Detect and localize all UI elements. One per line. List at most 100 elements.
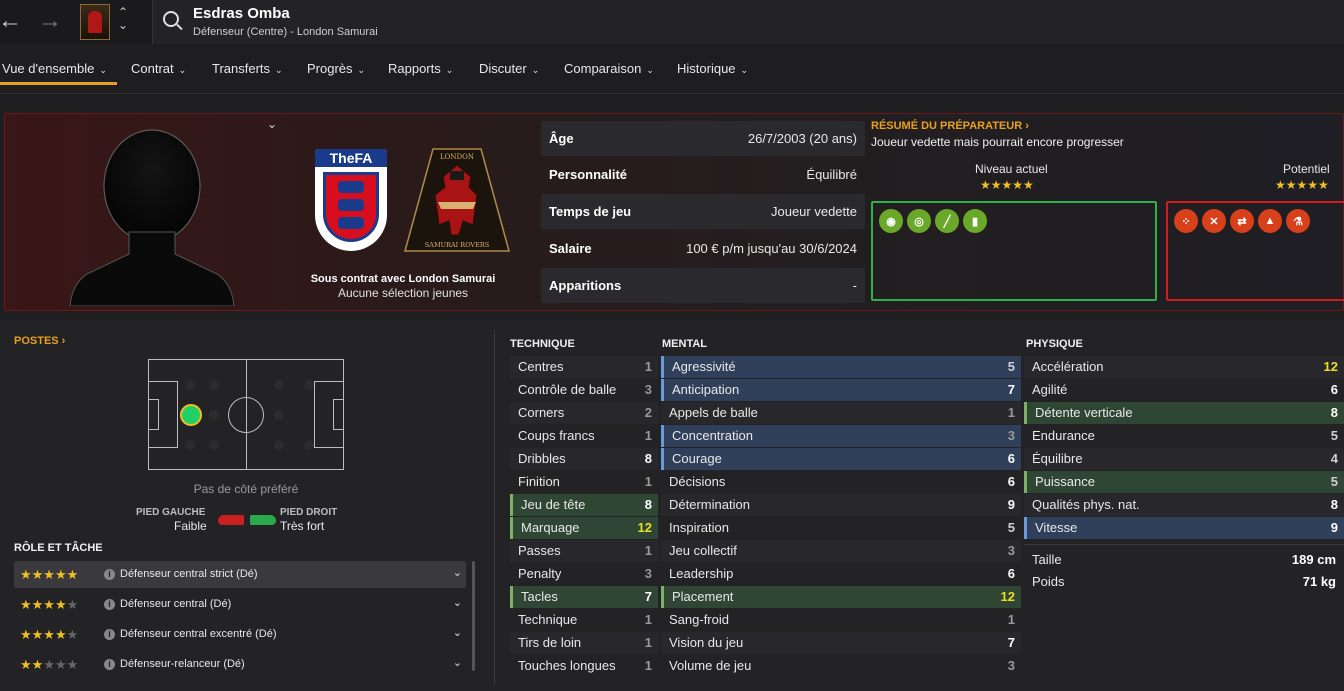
attribute-row[interactable]: Qualités phys. nat. 8	[1024, 494, 1344, 516]
tab-discuss[interactable]: Discuter ⌄	[479, 61, 539, 76]
attribute-row[interactable]: Placement 12	[661, 586, 1021, 608]
attribute-row[interactable]: Appels de balle 1	[661, 402, 1021, 424]
tab-reports[interactable]: Rapports ⌄	[388, 61, 453, 76]
attribute-value: 3	[1007, 658, 1015, 673]
attribute-row[interactable]: Sang-froid 1	[661, 609, 1021, 631]
right-foot-value: Très fort	[280, 519, 325, 533]
cone-icon[interactable]: ▲	[1258, 209, 1282, 233]
chevron-down-icon[interactable]: ⌄	[453, 566, 462, 579]
attribute-row[interactable]: Vision du jeu 7	[661, 632, 1021, 654]
attribute-row[interactable]: Finition 1	[510, 471, 658, 493]
role-row[interactable]: ★★★★★ i Défenseur central strict (Dé) ⌄	[14, 561, 466, 588]
attribute-row[interactable]: Technique 1	[510, 609, 658, 631]
club-badge[interactable]: LONDON SAMURAI ROVERS	[403, 147, 511, 253]
attribute-row[interactable]: Touches longues 1	[510, 655, 658, 677]
technique-title: TECHNIQUE	[510, 338, 575, 350]
attribute-row[interactable]: Volume de jeu 3	[661, 655, 1021, 677]
info-icon[interactable]: i	[104, 569, 115, 580]
svg-text:LONDON: LONDON	[440, 153, 474, 161]
attribute-name: Agilité	[1032, 382, 1068, 397]
chevron-down-icon[interactable]: ⌄	[453, 626, 462, 639]
chevron-down-icon: ⌄	[275, 65, 283, 75]
coach-summary-link[interactable]: RÉSUMÉ DU PRÉPARATEUR ›	[871, 120, 1029, 132]
role-row[interactable]: ★★★★★ i Défenseur central excentré (Dé) …	[14, 621, 466, 648]
attribute-row[interactable]: Courage 6	[661, 448, 1021, 470]
roles-scrollbar[interactable]	[472, 561, 475, 671]
attribute-row[interactable]: Contrôle de balle 3	[510, 379, 658, 401]
attribute-row[interactable]: Marquage 12	[510, 517, 658, 539]
attribute-value: 7	[644, 589, 652, 604]
info-row-appearances: Apparitions -	[541, 268, 865, 303]
player-search-box[interactable]: Esdras Omba Défenseur (Centre) - London …	[152, 0, 1344, 44]
tab-bar: Vue d'ensemble ⌄ Contrat ⌄ Transferts ⌄ Pro…	[0, 44, 1344, 94]
info-icon[interactable]: i	[104, 659, 115, 670]
tab-comparison[interactable]: Comparaison ⌄	[564, 61, 654, 76]
club-crest-icon[interactable]	[80, 4, 110, 40]
flask-icon[interactable]: ⚗	[1286, 209, 1310, 233]
tab-transfers[interactable]: Transferts ⌄	[212, 61, 283, 76]
attribute-row[interactable]: Corners 2	[510, 402, 658, 424]
attribute-row[interactable]: Penalty 3	[510, 563, 658, 585]
figure-icon[interactable]: ▮	[963, 209, 987, 233]
tab-progress[interactable]: Progrès ⌄	[307, 61, 365, 76]
attribute-row[interactable]: Jeu de tête 8	[510, 494, 658, 516]
brain-icon[interactable]: ◉	[879, 209, 903, 233]
position-marker[interactable]	[180, 404, 202, 426]
tool-icon[interactable]: ✕	[1202, 209, 1226, 233]
tab-contract[interactable]: Contrat ⌄	[131, 61, 186, 76]
info-icon[interactable]: i	[104, 599, 115, 610]
attribute-row[interactable]: Jeu collectif 3	[661, 540, 1021, 562]
attribute-value: 1	[644, 474, 652, 489]
attribute-row[interactable]: Agressivité 5	[661, 356, 1021, 378]
attribute-row[interactable]: Décisions 6	[661, 471, 1021, 493]
attribute-row[interactable]: Passes 1	[510, 540, 658, 562]
back-arrow-icon[interactable]: ←	[0, 8, 22, 34]
attribute-row[interactable]: Dribbles 8	[510, 448, 658, 470]
info-icon[interactable]: i	[104, 629, 115, 640]
role-row[interactable]: ★★★★★ i Défenseur-relanceur (Dé) ⌄	[14, 651, 466, 678]
chevron-down-icon[interactable]: ⌄	[267, 117, 277, 131]
boot-icon[interactable]: ╱	[935, 209, 959, 233]
role-row[interactable]: ★★★★★ i Défenseur central (Dé) ⌄	[14, 591, 466, 618]
chevron-down-icon: ⌄	[740, 65, 749, 75]
info-row-age: Âge 26/7/2003 (20 ans)	[541, 121, 865, 156]
attribute-row[interactable]: Anticipation 7	[661, 379, 1021, 401]
chevron-down-icon[interactable]: ⌄	[118, 19, 128, 32]
tab-overview[interactable]: Vue d'ensemble ⌄	[2, 61, 107, 76]
attribute-row[interactable]: Endurance 5	[1024, 425, 1344, 447]
attribute-row[interactable]: Tacles 7	[510, 586, 658, 608]
attribute-row[interactable]: Vitesse 9	[1024, 517, 1344, 539]
attribute-value: 3	[644, 566, 652, 581]
arrows-icon[interactable]: ⇄	[1230, 209, 1254, 233]
attribute-row[interactable]: Détente verticale 8	[1024, 402, 1344, 424]
player-switcher[interactable]: ⌃ ⌄	[118, 6, 128, 32]
search-icon[interactable]	[163, 11, 179, 27]
positions-link[interactable]: POSTES ›	[14, 335, 65, 347]
divider	[0, 93, 1344, 94]
attribute-name: Touches longues	[518, 658, 616, 673]
attribute-value: 1	[644, 635, 652, 650]
player-name: Esdras Omba	[193, 5, 290, 22]
position-pitch[interactable]	[148, 359, 344, 470]
tab-history[interactable]: Historique ⌄	[677, 61, 748, 76]
target-icon[interactable]: ◎	[907, 209, 931, 233]
attribute-row[interactable]: Agilité 6	[1024, 379, 1344, 401]
chevron-down-icon[interactable]: ⌄	[453, 656, 462, 669]
dice-icon[interactable]: ⁘	[1174, 209, 1198, 233]
attribute-row[interactable]: Tirs de loin 1	[510, 632, 658, 654]
national-team-badge[interactable]: TheFA	[315, 149, 387, 251]
attribute-value: 5	[1007, 520, 1015, 535]
attribute-row[interactable]: Équilibre 4	[1024, 448, 1344, 470]
right-foot-label: PIED DROIT	[280, 507, 338, 518]
attribute-row[interactable]: Leadership 6	[661, 563, 1021, 585]
role-name: Défenseur central (Dé)	[120, 598, 232, 610]
attribute-row[interactable]: Coups francs 1	[510, 425, 658, 447]
attribute-row[interactable]: Puissance 5	[1024, 471, 1344, 493]
attribute-row[interactable]: Inspiration 5	[661, 517, 1021, 539]
attribute-row[interactable]: Accélération 12	[1024, 356, 1344, 378]
attribute-row[interactable]: Centres 1	[510, 356, 658, 378]
attribute-row[interactable]: Détermination 9	[661, 494, 1021, 516]
forward-arrow-icon[interactable]: →	[38, 8, 62, 34]
chevron-down-icon[interactable]: ⌄	[453, 596, 462, 609]
attribute-row[interactable]: Concentration 3	[661, 425, 1021, 447]
